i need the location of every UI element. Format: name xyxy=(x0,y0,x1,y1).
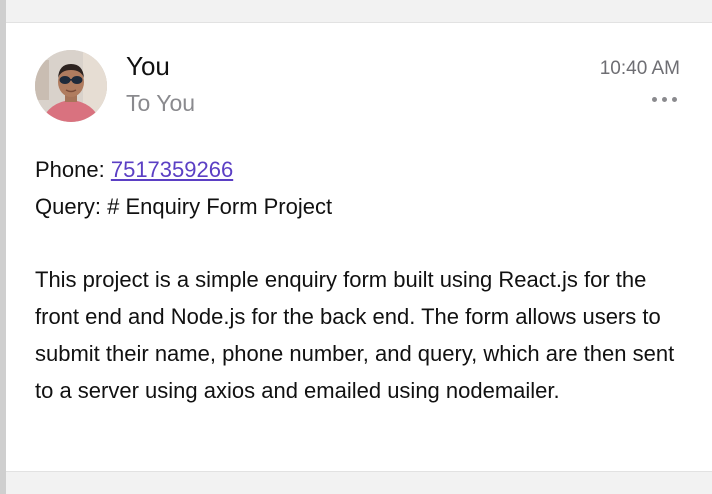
query-line: Query: # Enquiry Form Project xyxy=(35,188,685,225)
mail-view: You To You 10:40 AM Phone: 7517359266 Qu… xyxy=(0,0,712,494)
message-card: You To You 10:40 AM Phone: 7517359266 Qu… xyxy=(6,22,712,472)
phone-line: Phone: 7517359266 xyxy=(35,151,685,188)
avatar-photo-icon xyxy=(35,50,107,122)
more-options-icon[interactable] xyxy=(652,94,678,104)
sender-name[interactable]: You xyxy=(126,51,170,81)
recipient-line[interactable]: To You xyxy=(126,89,195,117)
query-value: # Enquiry Form Project xyxy=(107,194,333,219)
sender-avatar[interactable] xyxy=(35,50,107,122)
more-dot xyxy=(672,96,677,102)
more-dot xyxy=(662,96,667,102)
message-time: 10:40 AM xyxy=(599,58,680,79)
project-description: This project is a simple enquiry form bu… xyxy=(35,267,675,403)
phone-label: Phone: xyxy=(35,157,111,182)
phone-link[interactable]: 7517359266 xyxy=(111,157,233,182)
message-body: Phone: 7517359266 Query: # Enquiry Form … xyxy=(35,151,685,409)
more-dot xyxy=(652,96,657,102)
query-label: Query: xyxy=(35,194,108,219)
